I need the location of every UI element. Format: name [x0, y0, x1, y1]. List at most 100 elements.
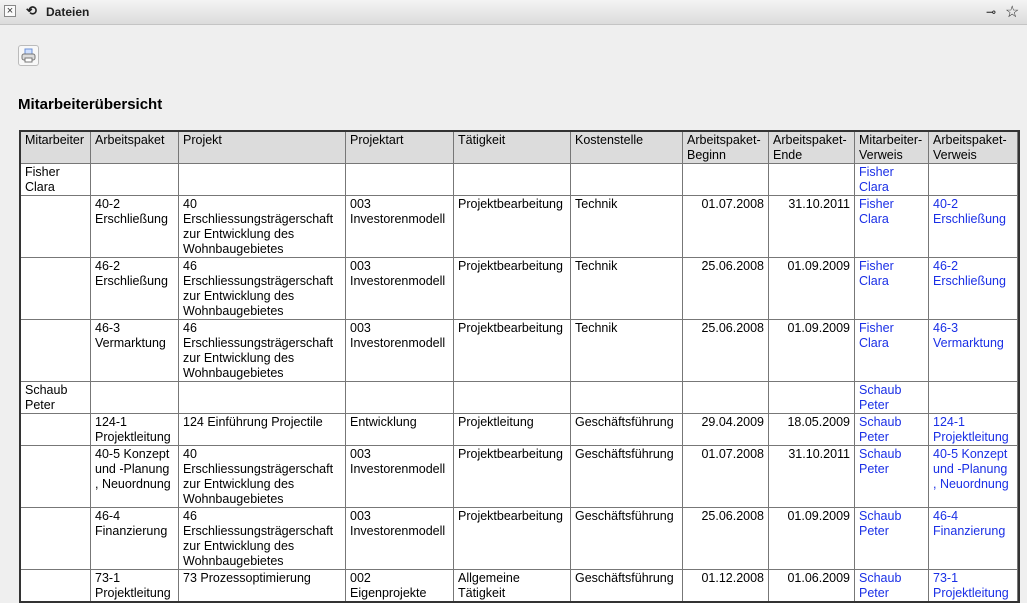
table-cell: 46-2 Erschließung — [90, 257, 179, 320]
column-header[interactable]: Kostenstelle — [570, 130, 683, 164]
table-cell: 01.06.2009 — [768, 569, 855, 603]
column-header[interactable]: Arbeitspaket-Verweis — [928, 130, 1018, 164]
table-cell: 46 Erschliessungsträgerschaft zur Entwic… — [178, 319, 346, 382]
work-package-link[interactable]: 73-1 Projektleitung — [933, 571, 1009, 600]
table-cell: Schaub Peter — [19, 381, 91, 414]
close-icon[interactable]: × — [4, 5, 16, 17]
column-header[interactable]: Tätigkeit — [453, 130, 571, 164]
table-cell — [19, 413, 91, 446]
employee-link[interactable]: Schaub Peter — [859, 415, 901, 444]
table-cell — [345, 163, 454, 196]
reload-icon[interactable]: ⟲ — [26, 3, 37, 19]
column-header[interactable]: Arbeitspaket-Beginn — [682, 130, 769, 164]
table-cell: 25.06.2008 — [682, 257, 769, 320]
table-cell: 124-1 Projektleitung — [90, 413, 179, 446]
table-cell — [178, 163, 346, 196]
work-package-link[interactable]: 40-5 Konzept und -Planung , Neuordnung — [933, 447, 1009, 491]
column-header[interactable]: Arbeitspaket — [90, 130, 179, 164]
table-cell: Geschäftsführung — [570, 507, 683, 570]
table-cell: Projektbearbeitung — [453, 195, 571, 258]
table-cell: 01.12.2008 — [682, 569, 769, 603]
table-cell — [90, 381, 179, 414]
work-package-link[interactable]: 46-4 Finanzierung — [933, 509, 1005, 538]
star-icon[interactable]: ☆ — [1005, 2, 1019, 22]
table-cell: Geschäftsführung — [570, 569, 683, 603]
work-package-link[interactable]: 46-3 Vermarktung — [933, 321, 1004, 350]
employee-table: Mitarbeiter Arbeitspaket Projekt Projektart… — [19, 130, 1020, 603]
table-cell: Schaub Peter — [854, 569, 929, 603]
employee-link[interactable]: Schaub Peter — [859, 383, 901, 412]
table-row: 40-5 Konzept und -Planung , Neuordnung 40… — [19, 445, 1020, 508]
employee-link[interactable]: Fisher Clara — [859, 197, 894, 226]
work-package-link[interactable]: 40-2 Erschließung — [933, 197, 1006, 226]
table-cell: Schaub Peter — [854, 507, 929, 570]
column-header[interactable]: Projektart — [345, 130, 454, 164]
table-row: Schaub Peter Schaub Peter — [19, 381, 1020, 414]
table-cell: 46-3 Vermarktung — [90, 319, 179, 382]
table-cell — [768, 381, 855, 414]
table-cell: 18.05.2009 — [768, 413, 855, 446]
print-button[interactable] — [18, 45, 39, 66]
table-cell — [768, 163, 855, 196]
table-cell-extra — [1017, 413, 1020, 446]
column-header[interactable]: Mitarbeiter-Verweis — [854, 130, 929, 164]
table-cell — [19, 319, 91, 382]
table-cell: 46-2 Erschließung — [928, 257, 1018, 320]
table-cell — [178, 381, 346, 414]
employee-link[interactable]: Fisher Clara — [859, 259, 894, 288]
table-cell: Entwicklung — [345, 413, 454, 446]
table-row: 73-1 Projektleitung 73 Prozessoptimierung… — [19, 569, 1020, 603]
table-cell: 46-3 Vermarktung — [928, 319, 1018, 382]
table-cell-extra — [1017, 319, 1020, 382]
table-cell: 003 Investorenmodell — [345, 445, 454, 508]
table-cell: 01.09.2009 — [768, 507, 855, 570]
table-cell-extra — [1017, 445, 1020, 508]
table-cell — [90, 163, 179, 196]
work-package-link[interactable]: 46-2 Erschließung — [933, 259, 1006, 288]
window-title: Dateien — [46, 5, 90, 19]
table-cell-extra — [1017, 257, 1020, 320]
table-cell: Projektbearbeitung — [453, 319, 571, 382]
table-cell: Fisher Clara — [854, 257, 929, 320]
table-cell: 01.09.2009 — [768, 257, 855, 320]
column-header[interactable]: Arbeitspaket-Ende — [768, 130, 855, 164]
table-cell: Geschäftsführung — [570, 413, 683, 446]
employee-link[interactable]: Schaub Peter — [859, 509, 901, 538]
employee-link[interactable]: Fisher Clara — [859, 321, 894, 350]
employee-link[interactable]: Fisher Clara — [859, 165, 894, 194]
table-cell — [19, 569, 91, 603]
table-cell — [570, 163, 683, 196]
table-cell — [928, 381, 1018, 414]
table-cell: 124-1 Projektleitung — [928, 413, 1018, 446]
table-row: 46-3 Vermarktung 46 Erschliessungsträgers… — [19, 319, 1020, 382]
table-cell: 003 Investorenmodell — [345, 257, 454, 320]
table-cell: 124 Einführung Projectile — [178, 413, 346, 446]
table-cell: Geschäftsführung — [570, 445, 683, 508]
table-cell: 73-1 Projektleitung — [928, 569, 1018, 603]
column-header[interactable]: Mitarbeiter — [19, 130, 91, 164]
table-cell: 40-2 Erschließung — [90, 195, 179, 258]
table-row: 40-2 Erschließung 40 Erschliessungsträger… — [19, 195, 1020, 258]
table-row: 46-2 Erschließung 46 Erschliessungsträger… — [19, 257, 1020, 320]
employee-link[interactable]: Schaub Peter — [859, 571, 901, 600]
table-cell: 003 Investorenmodell — [345, 195, 454, 258]
table-cell: Projektbearbeitung — [453, 445, 571, 508]
table-cell: 002 Eigenprojekte — [345, 569, 454, 603]
table-cell: 73-1 Projektleitung — [90, 569, 179, 603]
pin-icon[interactable]: ⊸ — [986, 5, 996, 19]
table-cell: 003 Investorenmodell — [345, 507, 454, 570]
work-package-link[interactable]: 124-1 Projektleitung — [933, 415, 1009, 444]
page-title: Mitarbeiterübersicht — [18, 96, 163, 113]
table-cell: Schaub Peter — [854, 413, 929, 446]
table-cell-extra — [1017, 163, 1020, 196]
table-cell — [345, 381, 454, 414]
table-cell — [682, 163, 769, 196]
table-cell — [19, 257, 91, 320]
table-cell: Schaub Peter — [854, 445, 929, 508]
table-cell: 40-5 Konzept und -Planung , Neuordnung — [928, 445, 1018, 508]
table-cell: Fisher Clara — [854, 163, 929, 196]
table-cell: 01.07.2008 — [682, 195, 769, 258]
column-header[interactable]: Projekt — [178, 130, 346, 164]
employee-link[interactable]: Schaub Peter — [859, 447, 901, 476]
table-cell: 25.06.2008 — [682, 319, 769, 382]
